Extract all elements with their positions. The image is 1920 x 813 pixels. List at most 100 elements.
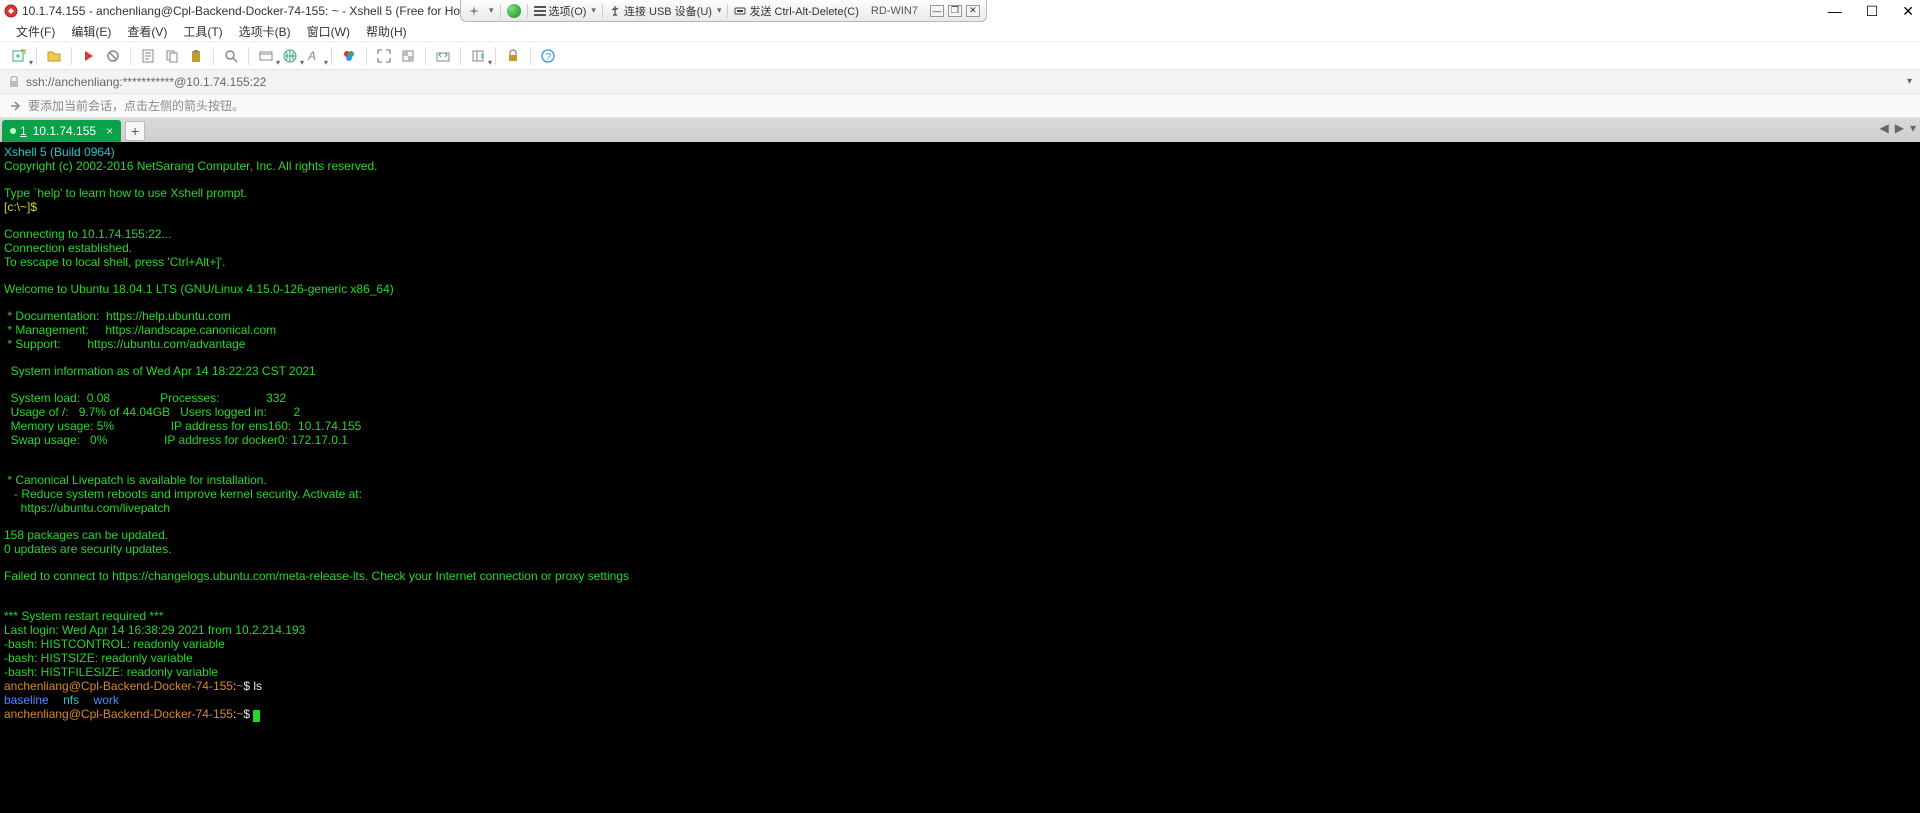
term-line: https://ubuntu.com/livepatch <box>4 501 170 515</box>
address-bar: ssh://anchenliang:***********@10.1.74.15… <box>0 70 1920 94</box>
copy-button[interactable] <box>161 45 183 67</box>
menu-edit[interactable]: 编辑(E) <box>65 21 117 42</box>
term-line: * Management: https://landscape.canonica… <box>4 323 276 337</box>
term-line: Type `help' to learn how to use Xshell p… <box>4 186 247 200</box>
hamburger-icon <box>534 6 546 16</box>
term-line: Copyright (c) 2002-2016 NetSarang Comput… <box>4 159 378 173</box>
find-button[interactable] <box>220 45 242 67</box>
xftp-button[interactable] <box>432 45 454 67</box>
term-line: -bash: HISTFILESIZE: readonly variable <box>4 665 218 679</box>
zoom-button[interactable]: ▾ <box>255 45 277 67</box>
menu-window[interactable]: 窗口(W) <box>301 21 356 42</box>
encoding-button[interactable]: ▾ <box>279 45 301 67</box>
term-line: Xshell 5 (Build 0964) <box>4 145 115 159</box>
hint-bar: 要添加当前会话，点击左侧的箭头按钮。 <box>0 94 1920 118</box>
vm-send-cad-button[interactable]: 发送 Ctrl-Alt-Delete(C) <box>734 3 858 19</box>
help-button[interactable]: ? <box>537 45 559 67</box>
term-ls-dir: nfs <box>63 693 79 707</box>
reconnect-button[interactable] <box>78 45 100 67</box>
menu-view[interactable]: 查看(V) <box>121 21 173 42</box>
vm-options-label: 选项(O) <box>549 3 587 19</box>
term-line: Welcome to Ubuntu 18.04.1 LTS (GNU/Linux… <box>4 282 394 296</box>
font-button[interactable]: A▾ <box>303 45 325 67</box>
menu-bar: 文件(F) 编辑(E) 查看(V) 工具(T) 选项卡(B) 窗口(W) 帮助(… <box>0 22 1920 42</box>
lock-icon <box>8 76 20 88</box>
vm-toolbar: ▾ 选项(O)▾ 连接 USB 设备(U)▾ 发送 Ctrl-Alt-Delet… <box>460 0 987 22</box>
svg-text:A: A <box>307 49 316 63</box>
term-line: System information as of Wed Apr 14 18:2… <box>4 364 316 378</box>
add-session-button[interactable] <box>8 99 22 113</box>
usb-icon <box>609 5 621 17</box>
address-text[interactable]: ssh://anchenliang:***********@10.1.74.15… <box>26 75 1901 89</box>
tab-close-button[interactable]: × <box>106 124 113 138</box>
term-line: Connection established. <box>4 241 132 255</box>
lock-button[interactable] <box>502 45 524 67</box>
app-icon <box>4 4 18 18</box>
tab-label: 10.1.74.155 <box>33 124 96 138</box>
term-prompt-user: anchenliang@Cpl-Backend-Docker-74-155 <box>4 679 233 693</box>
pin-icon[interactable] <box>467 4 481 18</box>
term-line: Memory usage: 5% IP address for ens160: … <box>4 419 361 433</box>
term-line: Failed to connect to https://changelogs.… <box>4 569 629 583</box>
terminal[interactable]: Xshell 5 (Build 0964) Copyright (c) 2002… <box>0 142 1920 813</box>
vm-usb-menu[interactable]: 连接 USB 设备(U)▾ <box>609 3 722 19</box>
term-prompt: [c:\~]$ <box>4 200 40 214</box>
fullscreen-button[interactable] <box>373 45 395 67</box>
tab-scroll-left-button[interactable]: ◀ <box>1880 121 1889 135</box>
vm-close-button[interactable]: ✕ <box>966 5 980 17</box>
vm-minimize-button[interactable]: — <box>930 5 944 17</box>
menu-file[interactable]: 文件(F) <box>10 21 61 42</box>
term-line: * Support: https://ubuntu.com/advantage <box>4 337 245 351</box>
toolbar: ▾ ▾ ▾ A▾ ▾ ? <box>0 42 1920 70</box>
tab-number: 1 <box>20 124 27 138</box>
svg-text:?: ? <box>546 52 552 63</box>
vm-usb-label: 连接 USB 设备(U) <box>624 3 712 19</box>
script-button[interactable]: ▾ <box>467 45 489 67</box>
open-button[interactable] <box>43 45 65 67</box>
properties-button[interactable] <box>137 45 159 67</box>
transparent-button[interactable] <box>397 45 419 67</box>
term-line: * Documentation: https://help.ubuntu.com <box>4 309 231 323</box>
term-line: * Canonical Livepatch is available for i… <box>4 473 267 487</box>
hint-text: 要添加当前会话，点击左侧的箭头按钮。 <box>28 97 244 114</box>
term-line: *** System restart required *** <box>4 609 163 623</box>
tab-scroll-right-button[interactable]: ▶ <box>1895 121 1904 135</box>
window-close-button[interactable]: ✕ <box>1902 3 1914 20</box>
term-line: To escape to local shell, press 'Ctrl+Al… <box>4 255 225 269</box>
term-line: 158 packages can be updated. <box>4 528 168 542</box>
tab-status-icon <box>10 128 16 134</box>
keyboard-icon <box>734 5 746 17</box>
window-maximize-button[interactable]: ☐ <box>1866 3 1879 20</box>
term-prompt-dollar: $ <box>243 707 253 721</box>
window-minimize-button[interactable]: — <box>1828 3 1842 19</box>
terminal-cursor <box>253 710 260 722</box>
pin-dropdown-icon[interactable]: ▾ <box>489 5 494 16</box>
term-line: Usage of /: 9.7% of 44.04GB Users logged… <box>4 405 300 419</box>
window-title: 10.1.74.155 - anchenliang@Cpl-Backend-Do… <box>22 4 521 18</box>
term-line: Swap usage: 0% IP address for docker0: 1… <box>4 433 348 447</box>
tab-list-button[interactable]: ▾ <box>1910 121 1916 135</box>
vm-send-cad-label: 发送 Ctrl-Alt-Delete(C) <box>749 3 858 19</box>
tab-strip: 1 10.1.74.155 × + ◀ ▶ ▾ <box>0 118 1920 142</box>
menu-tools[interactable]: 工具(T) <box>177 21 228 42</box>
term-command: ls <box>253 679 262 693</box>
term-line: 0 updates are security updates. <box>4 542 171 556</box>
vm-restore-button[interactable]: ❐ <box>948 5 962 17</box>
vm-power-button[interactable] <box>507 4 521 18</box>
term-prompt-dollar: $ <box>243 679 253 693</box>
term-ls-dir: baseline <box>4 693 49 707</box>
term-line: -bash: HISTSIZE: readonly variable <box>4 651 193 665</box>
new-session-button[interactable]: ▾ <box>8 45 30 67</box>
vm-options-menu[interactable]: 选项(O)▾ <box>534 3 596 19</box>
term-prompt-user: anchenliang@Cpl-Backend-Docker-74-155 <box>4 707 233 721</box>
vm-name-label: RD-WIN7 <box>865 5 924 17</box>
menu-help[interactable]: 帮助(H) <box>360 21 413 42</box>
address-dropdown-icon[interactable]: ▾ <box>1907 76 1912 87</box>
color-scheme-button[interactable] <box>338 45 360 67</box>
disconnect-button[interactable] <box>102 45 124 67</box>
new-tab-button[interactable]: + <box>125 121 145 141</box>
tab-session-1[interactable]: 1 10.1.74.155 × <box>2 120 121 142</box>
paste-button[interactable] <box>185 45 207 67</box>
term-line: - Reduce system reboots and improve kern… <box>4 487 362 501</box>
menu-tabs[interactable]: 选项卡(B) <box>233 21 297 42</box>
